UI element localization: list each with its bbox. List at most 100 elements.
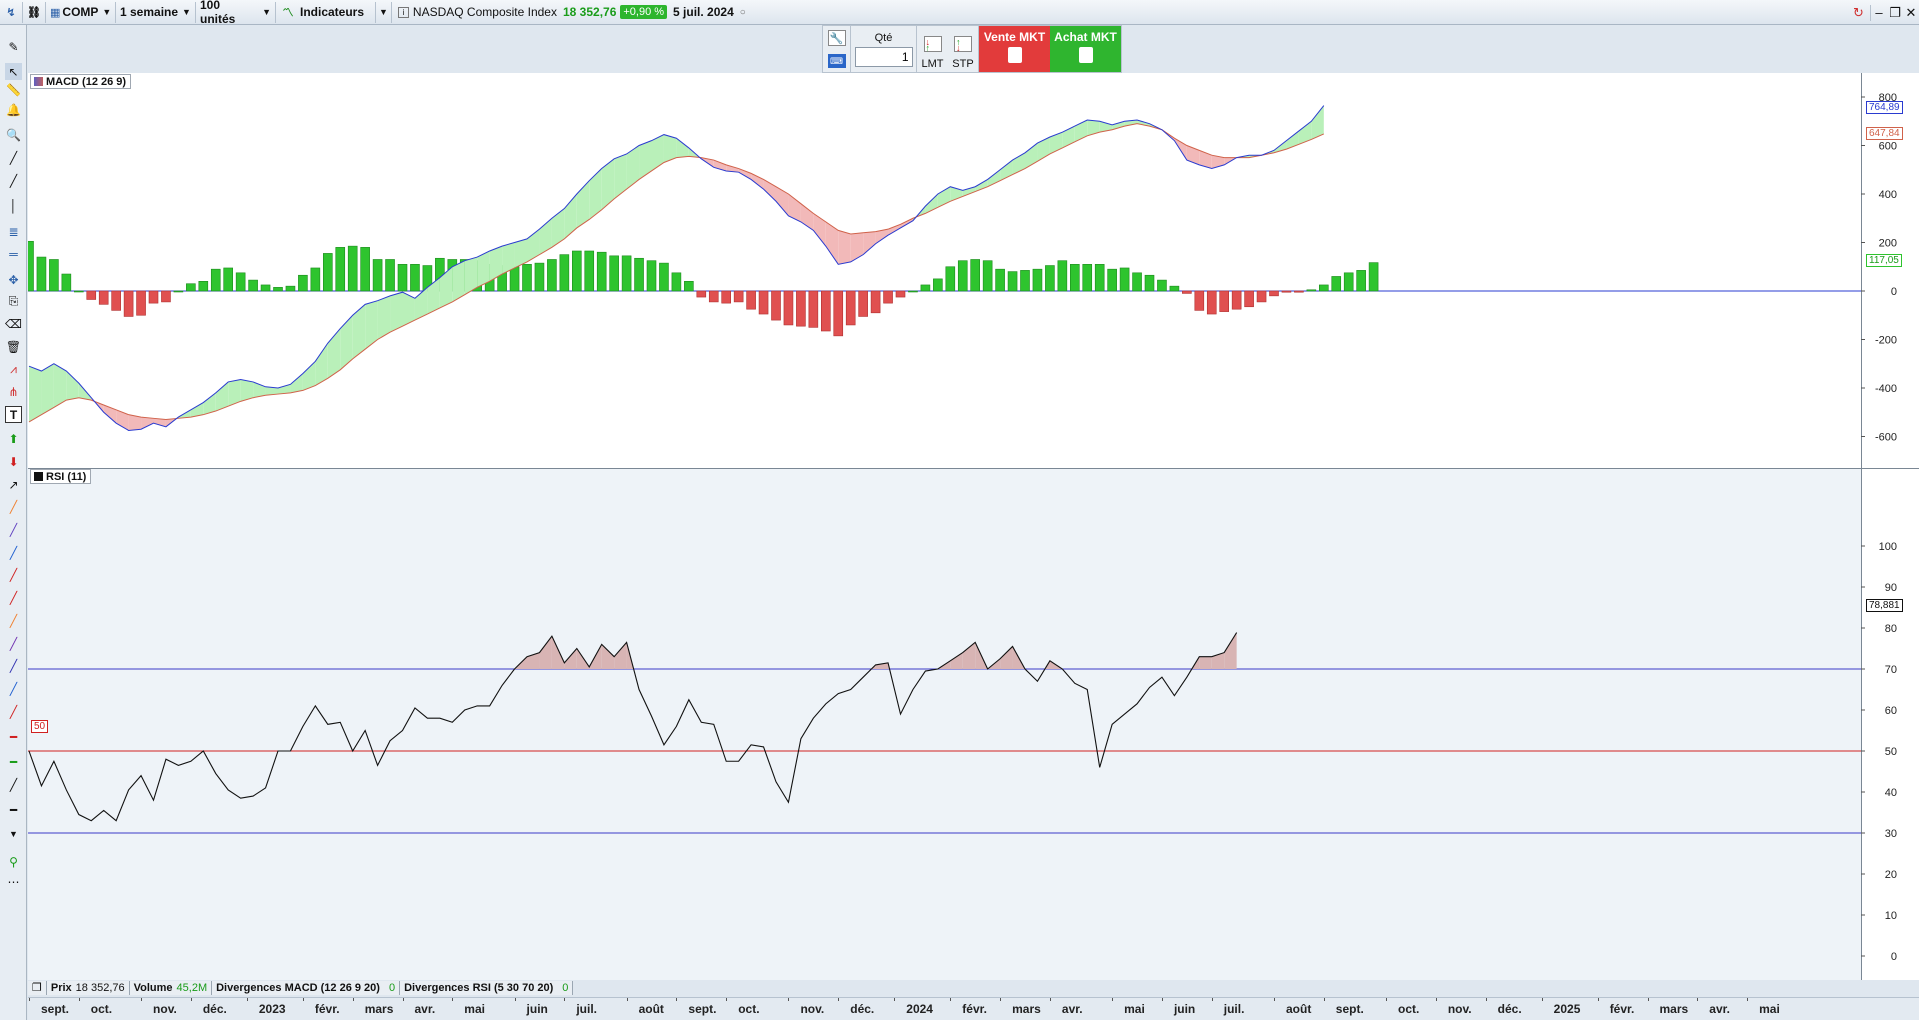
red-hline-icon[interactable]: ━ bbox=[5, 728, 22, 745]
symbol-icon: ▦ bbox=[50, 6, 61, 19]
sell-market-button[interactable]: Vente MKT bbox=[979, 26, 1050, 72]
macd-histogram-bar bbox=[136, 290, 146, 316]
price-axis-bg[interactable] bbox=[1861, 73, 1919, 980]
arrow-tool-icon[interactable]: ↗ bbox=[5, 476, 22, 493]
minimize-icon[interactable]: – bbox=[1871, 5, 1887, 20]
fibonacci-icon[interactable]: ≣ bbox=[5, 223, 22, 240]
line-purple-icon[interactable]: ╱ bbox=[5, 521, 22, 538]
ruler-icon[interactable]: 📏 bbox=[5, 81, 22, 98]
segment-tool-icon[interactable]: ╱ bbox=[5, 149, 22, 166]
magnet-icon[interactable]: ⚲ bbox=[5, 853, 22, 870]
macd-histogram-bar bbox=[559, 254, 570, 292]
black-hline-icon[interactable]: ━ bbox=[5, 801, 22, 818]
time-axis[interactable]: sept. oct. nov. déc. 2023 févr. mars avr. mai jui… bbox=[28, 997, 1919, 1020]
pencil-icon[interactable]: ✎ bbox=[5, 38, 22, 55]
more-tools-icon[interactable]: ⋯ bbox=[5, 873, 22, 890]
rsi-50-tag: 50 bbox=[31, 720, 49, 733]
units-selector[interactable]: 100 unités ▼ bbox=[196, 0, 276, 26]
info-icon: i bbox=[397, 6, 409, 18]
macd-histogram-bar bbox=[584, 250, 595, 292]
eraser-icon[interactable]: ⌫ bbox=[5, 315, 22, 332]
chart-area[interactable]: 800 600 400 200 0 -200 -400 -600 100 90 80 70 60 50 40… bbox=[28, 73, 1919, 990]
time-axis-label: mars bbox=[364, 1002, 394, 1016]
trendline-icon[interactable]: ╱ bbox=[5, 172, 22, 189]
time-axis-label: sept. bbox=[688, 1002, 717, 1016]
line-red-icon[interactable]: ╱ bbox=[5, 566, 22, 583]
wrench-icon[interactable]: 🔧 bbox=[827, 30, 846, 46]
macd-histogram-bar bbox=[210, 268, 221, 292]
macd-histogram-bar bbox=[173, 290, 184, 293]
refresh-icon[interactable]: ↻ bbox=[1847, 4, 1871, 21]
zoom-icon[interactable]: 🔍 bbox=[5, 126, 22, 143]
legend-value: 0 bbox=[562, 981, 569, 994]
indicators-dropdown-button[interactable]: ▼ bbox=[376, 1, 392, 23]
text-tool-icon[interactable]: T bbox=[5, 406, 22, 423]
line-violet-icon[interactable]: ╱ bbox=[5, 635, 22, 652]
copy-icon[interactable]: ⎘ bbox=[5, 293, 22, 310]
indicators-label: Indicateurs bbox=[300, 5, 365, 19]
segment2-icon[interactable]: ╱ bbox=[5, 776, 22, 793]
symbol-label: COMP bbox=[62, 5, 99, 19]
pitchfork-icon[interactable]: ⋔ bbox=[5, 383, 22, 400]
line-indigo-icon[interactable]: ╱ bbox=[5, 657, 22, 674]
horizontal-line-icon[interactable]: ═ bbox=[5, 245, 22, 262]
line-blue-icon[interactable]: ╱ bbox=[5, 544, 22, 561]
legend-item[interactable]: Prix 18 352,76 bbox=[46, 980, 130, 995]
time-axis-label: mai bbox=[1124, 1002, 1145, 1016]
move-icon[interactable]: ✥ bbox=[5, 271, 22, 288]
limit-order-button[interactable]: ↓ ↑ LMT bbox=[917, 26, 948, 72]
line-red3-icon[interactable]: ╱ bbox=[5, 703, 22, 720]
channel-icon[interactable]: ⩘ bbox=[5, 361, 22, 378]
macd-panel-bg[interactable] bbox=[28, 73, 1861, 468]
time-axis-label: août bbox=[638, 1002, 664, 1016]
down-arrow-icon[interactable]: ⬇ bbox=[5, 453, 22, 470]
chart-menu-button[interactable]: ↯ bbox=[0, 1, 23, 23]
legend-item[interactable]: Divergences RSI (5 30 70 20) 0 bbox=[400, 980, 574, 995]
green-hline-icon[interactable]: ━ bbox=[5, 753, 22, 770]
macd-histogram-bar bbox=[28, 240, 34, 292]
trash-icon[interactable]: 🗑 bbox=[5, 338, 22, 355]
window-controls: ↻ – ❐ ✕ bbox=[1847, 0, 1919, 25]
macd-histogram-bar bbox=[920, 284, 931, 292]
close-icon[interactable]: ✕ bbox=[1903, 5, 1919, 21]
macd-histogram-bar bbox=[123, 290, 134, 317]
up-arrow-icon[interactable]: ⬆ bbox=[5, 430, 22, 447]
macd-panel-label[interactable]: MACD (12 26 9) bbox=[30, 74, 132, 89]
rsi-panel-label[interactable]: RSI (11) bbox=[30, 469, 92, 484]
rsi-y-tick-label: 30 bbox=[1885, 828, 1897, 840]
keyboard-icon[interactable]: ⌨ bbox=[827, 54, 846, 68]
expand-tools-icon[interactable]: ▼ bbox=[5, 825, 22, 842]
macd-histogram-bar bbox=[198, 281, 209, 292]
time-axis-tick bbox=[838, 998, 840, 1001]
macd-histogram-bar bbox=[285, 285, 296, 292]
time-axis-label: sept. bbox=[1335, 1002, 1364, 1016]
restore-icon[interactable]: ❐ bbox=[1887, 5, 1903, 21]
rsi-panel-bg[interactable] bbox=[28, 469, 1861, 980]
macd-histogram-bar bbox=[696, 290, 707, 298]
legend-item[interactable]: Divergences MACD (12 26 9 20) 0 bbox=[212, 980, 401, 995]
time-axis-tick bbox=[1323, 998, 1325, 1001]
time-axis-tick bbox=[1435, 998, 1437, 1001]
line-red2-icon[interactable]: ╱ bbox=[5, 589, 22, 606]
macd-histogram-bar bbox=[659, 262, 669, 292]
legend-toggle-button[interactable]: ❐ bbox=[28, 980, 47, 995]
line-orange-icon[interactable]: ╱ bbox=[5, 498, 22, 515]
cursor-icon[interactable]: ↖ bbox=[5, 63, 22, 80]
legend-item[interactable]: Volume 45,2M bbox=[129, 980, 213, 995]
macd-histogram-bar bbox=[970, 259, 981, 292]
line-orange2-icon[interactable]: ╱ bbox=[5, 612, 22, 629]
symbol-selector[interactable]: ▦ COMP ▼ bbox=[46, 1, 116, 23]
quantity-input[interactable] bbox=[854, 46, 913, 67]
time-axis-tick bbox=[141, 998, 143, 1001]
period-selector[interactable]: 1 semaine ▼ bbox=[116, 1, 196, 23]
time-axis-tick bbox=[788, 998, 790, 1001]
vertical-line-icon[interactable]: │ bbox=[5, 197, 22, 214]
line-blue2-icon[interactable]: ╱ bbox=[5, 680, 22, 697]
top-toolbar: ↯ ⛓ ▦ COMP ▼ 1 semaine ▼ 100 unités ▼ 〽 … bbox=[0, 0, 1919, 26]
link-button[interactable]: ⛓ bbox=[23, 1, 46, 23]
stop-order-button[interactable]: ↑ ↓ STP bbox=[948, 26, 979, 72]
alert-bell-icon[interactable]: 🔔 bbox=[5, 101, 22, 118]
indicators-button[interactable]: 〽 Indicateurs bbox=[276, 1, 376, 23]
buy-market-button[interactable]: Achat MKT bbox=[1050, 26, 1121, 72]
legend-value: 0 bbox=[388, 981, 396, 994]
